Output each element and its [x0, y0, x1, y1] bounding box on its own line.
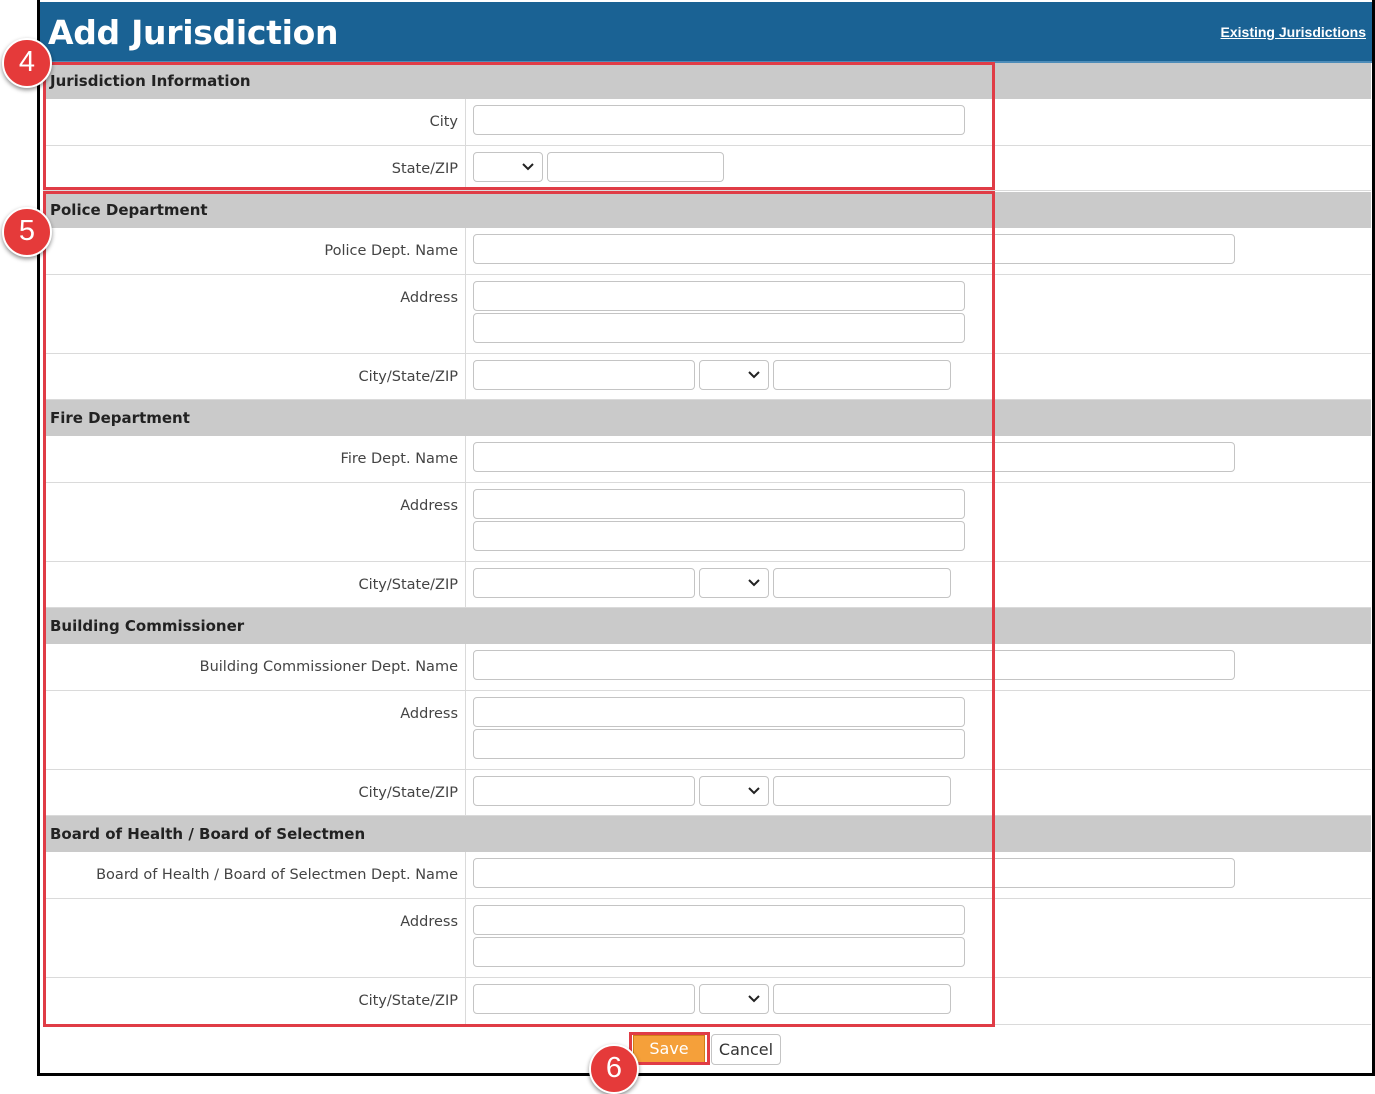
- section-header-building-commissioner: Building Commissioner: [43, 608, 1371, 644]
- save-button[interactable]: Save: [633, 1035, 705, 1063]
- form-row-state-zip: State/ZIP: [43, 146, 1371, 191]
- health-csz-label: City/State/ZIP: [358, 993, 458, 1009]
- fire-zip-input[interactable]: [773, 568, 951, 598]
- title-bar: Add Jurisdiction Existing Jurisdictions: [40, 2, 1372, 63]
- section-header-jurisdiction-information: Jurisdiction Information: [43, 63, 1371, 99]
- police-name-input[interactable]: [473, 234, 1235, 264]
- chevron-down-icon: [522, 163, 534, 171]
- health-state-select[interactable]: [699, 984, 769, 1014]
- fire-name-label: Fire Dept. Name: [340, 451, 458, 467]
- health-address-line1-input[interactable]: [473, 905, 965, 935]
- building-name-label: Building Commissioner Dept. Name: [199, 659, 458, 675]
- form-row-building-address: Address: [43, 691, 1371, 770]
- chevron-down-icon: [748, 371, 760, 379]
- building-city-input[interactable]: [473, 776, 695, 806]
- zip-input[interactable]: [547, 152, 724, 182]
- section-header-board-of-health: Board of Health / Board of Selectmen: [43, 816, 1371, 852]
- form-row-fire-city-state-zip: City/State/ZIP: [43, 562, 1371, 608]
- form-row-building-name: Building Commissioner Dept. Name: [43, 644, 1371, 691]
- form-row-building-city-state-zip: City/State/ZIP: [43, 770, 1371, 816]
- police-zip-input[interactable]: [773, 360, 951, 390]
- form-row-health-name: Board of Health / Board of Selectmen Dep…: [43, 852, 1371, 899]
- fire-csz-label: City/State/ZIP: [358, 577, 458, 593]
- existing-jurisdictions-link[interactable]: Existing Jurisdictions: [1221, 24, 1366, 40]
- fire-address-line1-input[interactable]: [473, 489, 965, 519]
- state-select[interactable]: [473, 152, 543, 182]
- police-address-line2-input[interactable]: [473, 313, 965, 343]
- step-badge-6: 6: [589, 1044, 639, 1094]
- police-state-select[interactable]: [699, 360, 769, 390]
- city-input[interactable]: [473, 105, 965, 135]
- section-header-police-department: Police Department: [43, 192, 1371, 228]
- fire-name-input[interactable]: [473, 442, 1235, 472]
- fire-address-label: Address: [400, 498, 458, 514]
- building-zip-input[interactable]: [773, 776, 951, 806]
- chevron-down-icon: [748, 787, 760, 795]
- police-address-label: Address: [400, 290, 458, 306]
- form-row-fire-name: Fire Dept. Name: [43, 436, 1371, 483]
- health-name-input[interactable]: [473, 858, 1235, 888]
- state-zip-label: State/ZIP: [391, 161, 458, 177]
- health-address-line2-input[interactable]: [473, 937, 965, 967]
- form-row-health-city-state-zip: City/State/ZIP: [43, 978, 1371, 1025]
- section-header-fire-department: Fire Department: [43, 400, 1371, 436]
- form-row-fire-address: Address: [43, 483, 1371, 562]
- step-badge-4: 4: [2, 38, 52, 88]
- building-address-line2-input[interactable]: [473, 729, 965, 759]
- police-name-label: Police Dept. Name: [324, 243, 458, 259]
- step-badge-5: 5: [2, 207, 52, 257]
- form-row-police-name: Police Dept. Name: [43, 228, 1371, 275]
- form-row-police-city-state-zip: City/State/ZIP: [43, 354, 1371, 400]
- building-csz-label: City/State/ZIP: [358, 785, 458, 801]
- fire-address-line2-input[interactable]: [473, 521, 965, 551]
- police-csz-label: City/State/ZIP: [358, 369, 458, 385]
- building-address-line1-input[interactable]: [473, 697, 965, 727]
- health-city-input[interactable]: [473, 984, 695, 1014]
- building-address-label: Address: [400, 706, 458, 722]
- page-title: Add Jurisdiction: [48, 13, 339, 52]
- form-row-police-address: Address: [43, 275, 1371, 354]
- form-row-health-address: Address: [43, 899, 1371, 978]
- cancel-button[interactable]: Cancel: [711, 1034, 781, 1065]
- health-address-label: Address: [400, 914, 458, 930]
- fire-state-select[interactable]: [699, 568, 769, 598]
- police-city-input[interactable]: [473, 360, 695, 390]
- form-row-city: City: [43, 99, 1371, 146]
- health-name-label: Board of Health / Board of Selectmen Dep…: [96, 867, 458, 883]
- chevron-down-icon: [748, 579, 760, 587]
- chevron-down-icon: [748, 995, 760, 1003]
- police-address-line1-input[interactable]: [473, 281, 965, 311]
- city-label: City: [429, 114, 458, 130]
- fire-city-input[interactable]: [473, 568, 695, 598]
- health-zip-input[interactable]: [773, 984, 951, 1014]
- building-name-input[interactable]: [473, 650, 1235, 680]
- building-state-select[interactable]: [699, 776, 769, 806]
